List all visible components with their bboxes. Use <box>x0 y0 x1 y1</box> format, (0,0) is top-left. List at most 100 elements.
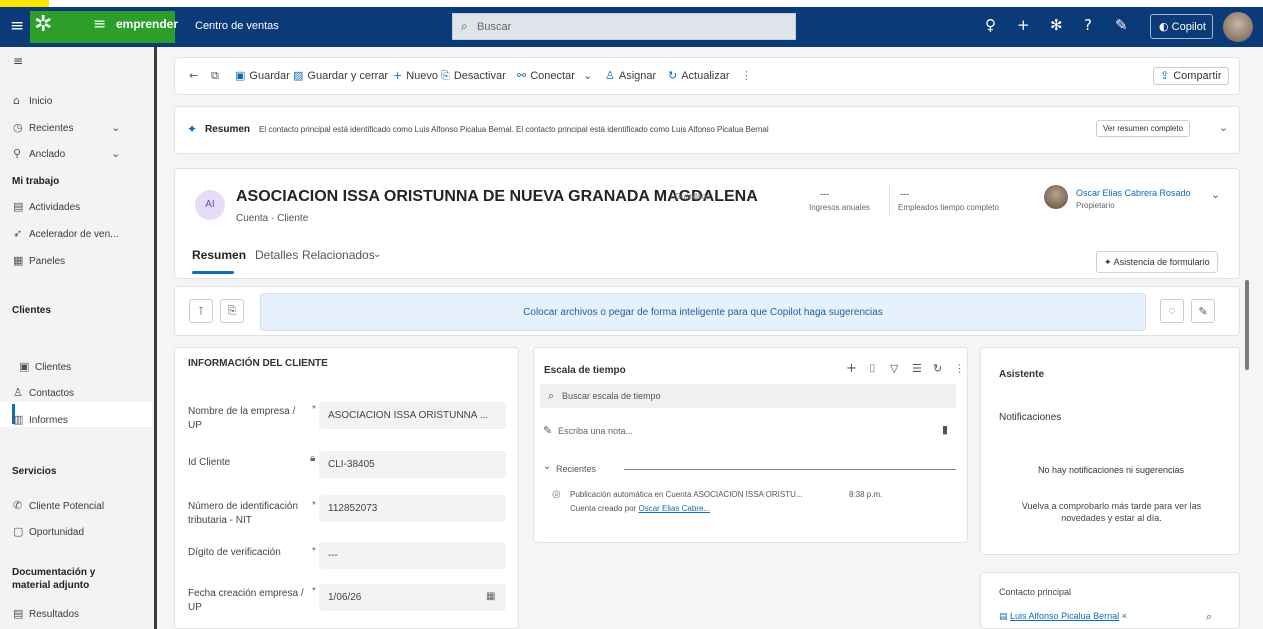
file-drop-zone[interactable]: Colocar archivos o pegar de forma inteli… <box>260 293 1146 331</box>
help-icon[interactable]: ? <box>1084 18 1092 33</box>
save-button[interactable]: ▣ Guardar <box>235 70 290 82</box>
sidebar-item-home[interactable]: ⌂ Inicio <box>13 95 52 107</box>
sidebar-item-pinned[interactable]: ⚲ Anclado ⌄ <box>13 148 120 160</box>
primary-contact-link[interactable]: ▤ Luis Alfonso Picalua Bernal × <box>999 611 1127 622</box>
timeline-search-input[interactable]: ⌕ Buscar escala de tiempo <box>540 384 956 408</box>
sidebar-item-contacts[interactable]: ♙ Contactos <box>13 387 74 399</box>
chevron-down-icon: ⌄ <box>111 121 121 134</box>
timeline-title: Escala de tiempo <box>544 365 626 376</box>
sidebar-item-label: Informes <box>29 415 68 426</box>
creation-date-field[interactable]: 1/06/26 <box>319 584 506 611</box>
popout-icon[interactable]: ⧉ <box>211 70 219 81</box>
chevron-down-icon[interactable]: ⌄ <box>1211 189 1220 200</box>
chevron-down-icon[interactable]: ⌄ <box>373 250 381 260</box>
refresh-icon: ↻ <box>668 69 678 82</box>
chevron-down-icon[interactable]: ⌄ <box>583 70 592 81</box>
sidebar-section-title: Servicios <box>12 466 57 477</box>
dashboard-icon: ▦ <box>13 254 24 267</box>
collapse-menu-icon[interactable]: ≡ <box>13 55 23 67</box>
attachment-icon[interactable]: ▮ <box>942 424 948 435</box>
plus-icon[interactable]: + <box>846 362 857 375</box>
list-icon[interactable]: ☰ <box>912 363 922 374</box>
tab-summary[interactable]: Resumen <box>192 248 246 262</box>
paste-icon[interactable]: ⎘ <box>220 299 244 323</box>
feedback-icon[interactable]: ✎ <box>1115 18 1128 33</box>
share-button[interactable]: ⇪ Compartir <box>1153 67 1229 85</box>
check-digit-field[interactable]: --- <box>319 542 506 569</box>
sidebar-item-dashboards[interactable]: ▦ Paneles <box>13 255 65 267</box>
timeline-search-placeholder: Buscar escala de tiempo <box>562 391 661 401</box>
required-marker: * <box>312 404 316 415</box>
refresh-icon[interactable]: ↻ <box>933 363 942 374</box>
save-close-button[interactable]: ▨ Guardar y cerrar <box>293 70 388 82</box>
record-header: AI ASOCIACION ISSA ORISTUNNA DE NUEVA GR… <box>174 168 1240 279</box>
field-label: Id Cliente <box>188 457 231 468</box>
more-icon[interactable]: ⋮ <box>741 70 752 81</box>
required-marker: * <box>312 586 316 597</box>
field-label: Fecha creación empresa / UP <box>188 588 304 613</box>
new-button[interactable]: + Nuevo <box>393 70 438 82</box>
more-icon[interactable]: ⋮ <box>954 363 965 374</box>
tab-related[interactable]: Relacionados <box>302 248 375 262</box>
sidebar-item-activities[interactable]: ▤ Actividades <box>13 201 80 213</box>
scrollbar[interactable] <box>1245 280 1249 370</box>
sidebar-item-opportunity[interactable]: ▢ Oportunidad <box>13 526 84 538</box>
sidebar-item-recent[interactable]: ◷ Recientes ⌄ <box>13 122 120 134</box>
copilot-button[interactable]: ◐ Copilot <box>1150 14 1213 39</box>
copilot-drop-area: ⊺ ⎘ Colocar archivos o pegar de forma in… <box>174 286 1240 336</box>
phone-icon: ✆ <box>13 499 23 512</box>
refresh-button[interactable]: ↻ Actualizar <box>668 70 730 82</box>
summary-label: Resumen <box>205 124 251 135</box>
owner-name[interactable]: Oscar Elias Cabrera Rosado <box>1076 188 1191 198</box>
close-icon[interactable]: × <box>1122 611 1127 621</box>
new-label: Nuevo <box>406 70 439 82</box>
attach-icon[interactable]: ⊺ <box>189 299 213 323</box>
sidebar-item-label: Inicio <box>29 96 53 107</box>
filter-icon[interactable]: ▽ <box>890 363 898 374</box>
connect-button[interactable]: ⚯ Conectar <box>517 70 575 82</box>
app-name[interactable]: Centro de ventas <box>195 20 279 32</box>
user-avatar[interactable] <box>1223 12 1253 42</box>
sidebar-item-clients[interactable]: ▣ Clientes <box>19 361 71 373</box>
filter-clip-icon[interactable]: ⌷ <box>869 363 876 374</box>
settings-icon[interactable]: ✻ <box>1050 18 1063 33</box>
highlight-strip <box>0 0 49 7</box>
chevron-down-icon[interactable]: ⌄ <box>1219 122 1228 133</box>
connect-label: Conectar <box>530 70 575 82</box>
form-assist-button[interactable]: ✦ Asistencia de formulario <box>1096 251 1218 273</box>
sidebar-item-lead[interactable]: ✆ Cliente Potencial <box>13 500 104 512</box>
sidebar-item-reports[interactable]: ▥ Informes <box>13 414 68 426</box>
view-full-summary-button[interactable]: Ver resumen completo <box>1096 120 1191 137</box>
sidebar-item-label: Paneles <box>29 256 66 267</box>
document-icon: ▤ <box>13 607 24 620</box>
company-name-field[interactable]: ASOCIACION ISSA ORISTUNNA ... <box>319 402 506 429</box>
required-marker: * <box>312 500 316 511</box>
sidebar-item-results[interactable]: ▤ Resultados <box>13 608 79 620</box>
primary-contact-section: Contacto principal ▤ Luis Alfonso Picalu… <box>980 572 1240 629</box>
tab-details[interactable]: Detalles <box>255 248 298 262</box>
timeline-entry-author-link[interactable]: Oscar Elias Cabre... <box>639 504 711 513</box>
global-search[interactable]: ⌕ Buscar <box>452 13 796 40</box>
calendar-icon[interactable]: ▦ <box>486 592 495 602</box>
lightbulb-icon[interactable]: ♀ <box>985 18 996 33</box>
back-arrow-icon[interactable]: ← <box>189 70 198 81</box>
sidebar: ≡ ⌂ Inicio ◷ Recientes ⌄ ⚲ Anclado ⌄ Mi traba… <box>0 47 157 629</box>
note-input[interactable]: Escriba una nota... <box>558 426 633 436</box>
nit-field[interactable]: 112852073 <box>319 495 506 522</box>
edit-icon[interactable]: ✎ <box>1191 299 1215 323</box>
chevron-down-icon[interactable]: ⌄ <box>543 462 551 472</box>
timeline-entry-subtext: Cuenta creado por Oscar Elias Cabre... <box>570 504 710 513</box>
client-id-field[interactable]: CLI-38405 <box>319 451 506 478</box>
drop-zone-text: Colocar archivos o pegar de forma inteli… <box>523 307 883 318</box>
sidebar-item-label: Recientes <box>29 123 74 134</box>
copilot-sparkle-icon: ✦ <box>187 122 198 136</box>
search-icon[interactable]: ⌕ <box>1206 611 1212 622</box>
copilot-options-icon[interactable]: ◌ <box>1160 299 1184 323</box>
plus-icon[interactable]: + <box>1017 18 1030 33</box>
menu-icon[interactable]: ≡ <box>10 18 24 35</box>
connect-icon: ⚯ <box>517 69 527 82</box>
assign-button[interactable]: ♙ Asignar <box>605 70 656 82</box>
deactivate-button[interactable]: ⎘ Desactivar <box>441 70 506 82</box>
sidebar-section-title: Documentación y material adjunto <box>12 567 96 591</box>
sidebar-item-sales-accelerator[interactable]: ➶ Acelerador de ven... <box>13 228 119 240</box>
